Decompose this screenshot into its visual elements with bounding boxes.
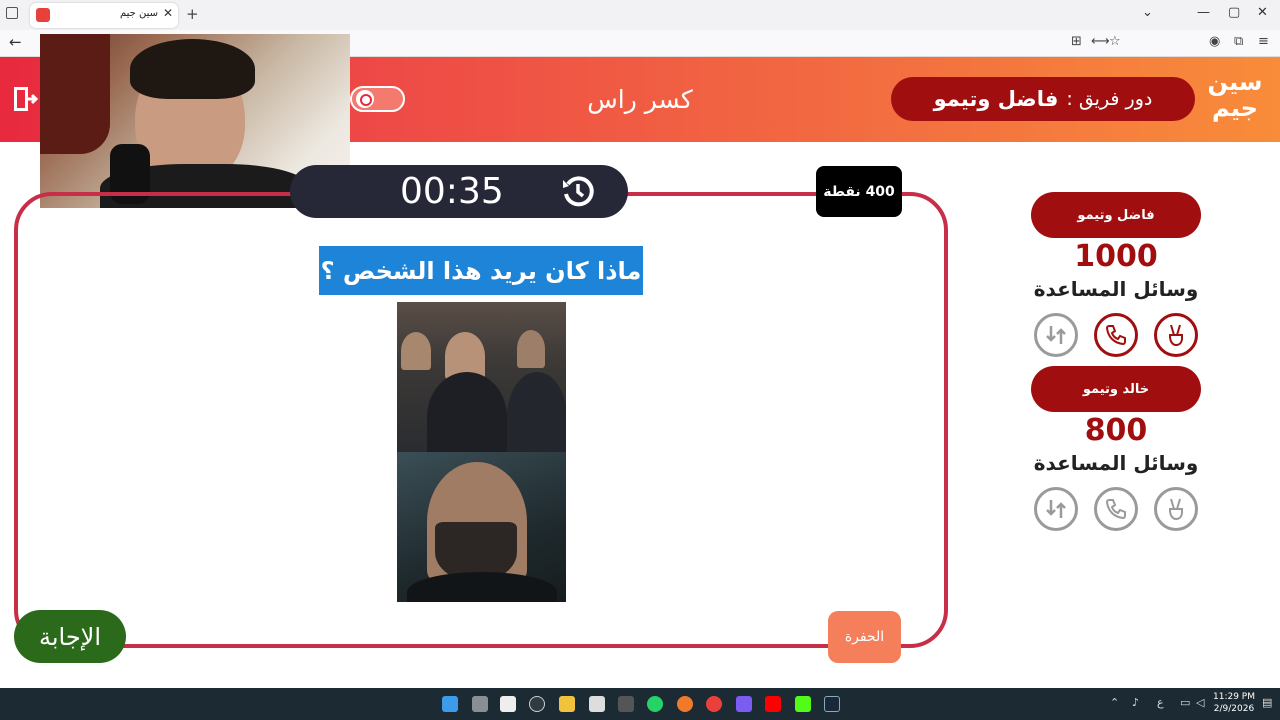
clock-time: 11:29 PM	[1213, 692, 1255, 702]
translate-icon[interactable]: ⟷	[1091, 34, 1110, 49]
streamer-hair	[130, 39, 255, 99]
timer-value: 00:35	[400, 171, 504, 212]
exit-icon[interactable]	[12, 85, 38, 113]
tab-title: سين جيم	[119, 8, 158, 19]
question-image-bottom	[397, 452, 566, 602]
team-1-double-aid[interactable]	[1154, 313, 1198, 357]
profile-icon[interactable]: ◉	[1209, 34, 1220, 49]
site-logo[interactable]: سين جيم	[1204, 69, 1266, 131]
new-tab-button[interactable]: +	[186, 5, 199, 23]
team-1-score: 1000	[1074, 239, 1158, 274]
start-menu-icon[interactable]	[442, 696, 458, 712]
video-editor-icon[interactable]	[589, 696, 605, 712]
steam-icon[interactable]	[824, 696, 840, 712]
tray-chevron-icon[interactable]: ⌃	[1110, 696, 1119, 709]
tab-list-icon[interactable]	[6, 7, 18, 19]
turn-indicator: دور فريق : فاضل وتيمو	[891, 77, 1195, 121]
show-answer-button[interactable]: الإجابة	[14, 610, 126, 663]
reset-timer-icon[interactable]	[560, 174, 596, 210]
whatsapp-icon[interactable]	[647, 696, 663, 712]
chatgpt-icon[interactable]	[529, 696, 545, 712]
youtube-icon[interactable]	[765, 696, 781, 712]
toggle-knob	[356, 90, 374, 108]
microphone-icon[interactable]: ♪	[1132, 696, 1139, 709]
team-1-call-aid[interactable]	[1094, 313, 1138, 357]
volume-icon[interactable]: ◁	[1196, 696, 1204, 709]
countdown-timer: 00:35	[290, 165, 628, 218]
notification-icon[interactable]: ▤	[1262, 696, 1272, 709]
firefox-icon[interactable]	[677, 696, 693, 712]
browser-tabbar: سين جيم ✕ + ⌄ — ▢ ✕	[0, 0, 1280, 30]
chrome-icon[interactable]	[706, 696, 722, 712]
restore-button[interactable]: ▢	[1228, 5, 1240, 20]
network-icon[interactable]: ▭	[1180, 696, 1190, 709]
guard-face-2	[517, 330, 545, 368]
back-button[interactable]: ←	[9, 33, 22, 51]
team-1-aids-label: وسائل المساعدة	[1033, 277, 1199, 301]
app-icon-17[interactable]	[500, 696, 516, 712]
task-view-icon[interactable]	[472, 696, 488, 712]
team-2-score: 800	[1084, 413, 1148, 448]
category-title: كسر راس	[587, 85, 693, 114]
victory-hand-icon	[1169, 324, 1183, 347]
input-language[interactable]: ع	[1157, 696, 1164, 709]
extensions-icon[interactable]: ⧉	[1234, 34, 1243, 49]
pit-button[interactable]: الحفرة	[828, 611, 901, 663]
team-2-call-aid[interactable]	[1094, 487, 1138, 531]
team-2-swap-aid[interactable]	[1034, 487, 1078, 531]
swap-arrows-icon	[1046, 326, 1066, 344]
minimize-button[interactable]: —	[1197, 5, 1210, 20]
os-taskbar: ⌃ ♪ ع ▭ ◁ 11:29 PM 2/9/2026 ▤	[0, 688, 1280, 720]
bookmark-star-icon[interactable]: ☆	[1109, 34, 1121, 49]
man-suit	[427, 372, 507, 452]
phone-icon	[1105, 499, 1126, 520]
turn-team-name: فاضل وتيمو	[933, 87, 1059, 111]
kick-icon[interactable]	[795, 696, 811, 712]
team-2-double-aid[interactable]	[1154, 487, 1198, 531]
browser-tab[interactable]: سين جيم ✕	[30, 3, 178, 28]
team-2-name: خالد وتيمو	[1031, 366, 1201, 412]
close-window-button[interactable]: ✕	[1257, 5, 1268, 20]
app-icon-cube[interactable]	[618, 696, 634, 712]
mode-toggle[interactable]	[350, 86, 405, 112]
swap-arrows-icon	[1046, 500, 1066, 518]
tab-overflow-chevron-icon[interactable]: ⌄	[1142, 5, 1153, 20]
dark-jacket	[407, 572, 557, 602]
turn-label: دور فريق :	[1066, 88, 1153, 110]
site-favicon-icon	[36, 8, 50, 22]
guard-face	[401, 332, 431, 370]
question-points-badge: 400 نقطة	[816, 166, 902, 217]
question-text: ماذا كان يريد هذا الشخص ؟	[319, 246, 643, 295]
install-app-icon[interactable]: ⊞	[1071, 34, 1082, 49]
file-explorer-icon[interactable]	[559, 696, 575, 712]
system-clock[interactable]: 11:29 PM 2/9/2026	[1212, 691, 1256, 715]
background-guitar	[40, 34, 110, 154]
question-image-top	[397, 302, 566, 452]
victory-hand-icon	[1169, 498, 1183, 521]
browser-menu-icon[interactable]: ≡	[1258, 34, 1269, 49]
copilot-icon[interactable]	[736, 696, 752, 712]
phone-icon	[1105, 325, 1126, 346]
team-2-aids-label: وسائل المساعدة	[1033, 451, 1199, 475]
clock-date: 2/9/2026	[1213, 704, 1255, 714]
tab-close-icon[interactable]: ✕	[163, 6, 173, 20]
team-1-name: فاضل وتيمو	[1031, 192, 1201, 238]
guard-suit	[507, 372, 566, 452]
team-1-swap-aid[interactable]	[1034, 313, 1078, 357]
